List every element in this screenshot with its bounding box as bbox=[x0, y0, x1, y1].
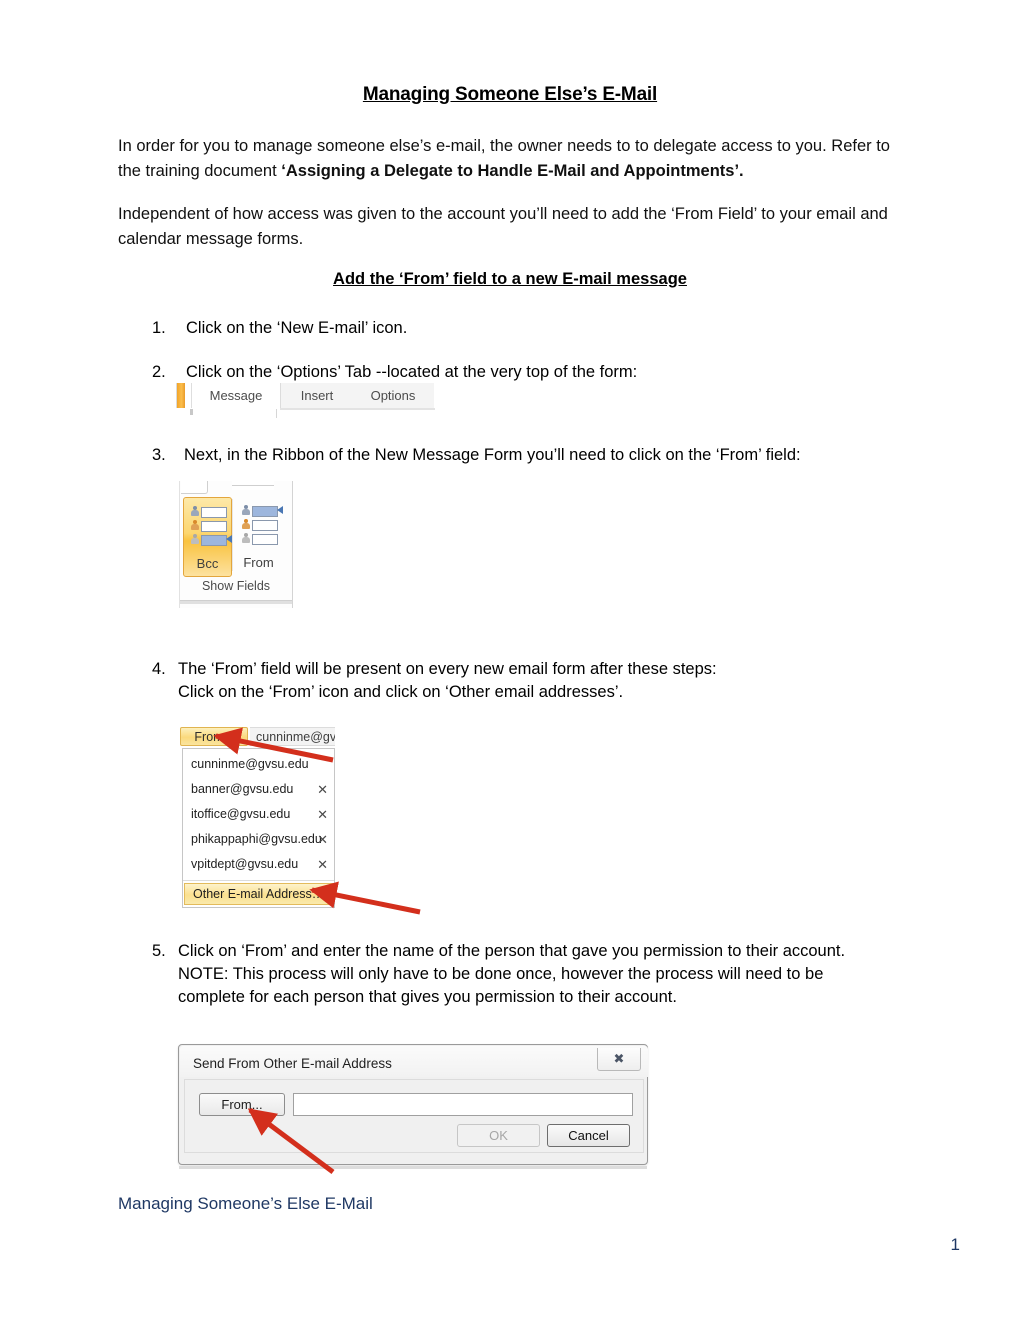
step-5-line-1: Click on ‘From’ and enter the name of th… bbox=[178, 942, 846, 960]
step-3-text: Next, in the Ribbon of the New Message F… bbox=[184, 446, 801, 464]
ribbon-separator bbox=[232, 499, 233, 571]
dialog-body: From... OK Cancel bbox=[184, 1079, 644, 1153]
step-3-number: 3. bbox=[152, 446, 166, 464]
step-5-number: 5. bbox=[152, 942, 166, 960]
remove-icon[interactable]: ✕ bbox=[317, 802, 328, 827]
from-dropdown-menu: cunninme@gvsu.edu banner@gvsu.edu ✕ itof… bbox=[182, 748, 335, 908]
from-ribbon-button-label: From bbox=[243, 555, 274, 570]
tab-insert[interactable]: Insert bbox=[280, 383, 353, 408]
tab-options[interactable]: Options bbox=[352, 383, 434, 408]
bcc-icon bbox=[191, 506, 232, 546]
document-page: Managing Someone Else’s E-Mail In order … bbox=[0, 0, 1020, 1320]
person-icon bbox=[191, 506, 199, 517]
chevron-down-icon bbox=[227, 735, 234, 740]
dropdown-item-3-label: phikappaphi@gvsu.edu bbox=[191, 832, 322, 846]
ribbon-top-stub-left bbox=[181, 481, 208, 494]
from-icon-row-2 bbox=[242, 519, 278, 531]
dropdown-item-3[interactable]: phikappaphi@gvsu.edu ✕ bbox=[183, 827, 334, 852]
dialog-title: Send From Other E-mail Address bbox=[193, 1056, 392, 1071]
step-5-line-2: NOTE: This process will only have to be … bbox=[178, 965, 824, 983]
page-title-text: Managing Someone Else’s E-Mail bbox=[362, 84, 658, 105]
person-icon bbox=[242, 533, 250, 544]
dropdown-item-4-label: vpitdept@gvsu.edu bbox=[191, 857, 299, 871]
step-5: 5. Click on ‘From’ and enter the name of… bbox=[152, 940, 932, 1009]
section-heading-text: Add the ‘From’ field to a new E-mail mes… bbox=[333, 270, 687, 288]
from-dropdown-button-label: From bbox=[194, 730, 224, 744]
remove-icon[interactable]: ✕ bbox=[317, 777, 328, 802]
from-icon bbox=[242, 505, 283, 545]
step-3: 3. Next, in the Ribbon of the New Messag… bbox=[152, 444, 912, 467]
dropdown-item-0-label: cunninme@gvsu.edu bbox=[191, 757, 309, 771]
field-box-icon bbox=[201, 521, 227, 532]
step-4-line-1: The ‘From’ field will be present on ever… bbox=[178, 660, 717, 678]
dialog-ok-button[interactable]: OK bbox=[457, 1124, 540, 1147]
tab-message[interactable]: Message bbox=[194, 383, 278, 408]
step-2-number: 2. bbox=[152, 363, 166, 381]
step-4: 4. The ‘From’ field will be present on e… bbox=[152, 658, 912, 704]
tab-underline bbox=[280, 408, 435, 410]
field-box-icon bbox=[252, 520, 278, 531]
step-1-text: Click on the ‘New E-mail’ icon. bbox=[186, 319, 408, 337]
tab-stub-left bbox=[190, 409, 193, 415]
footer-text: Managing Someone’s Else E-Mail bbox=[118, 1194, 373, 1213]
page-title: Managing Someone Else’s E-Mail bbox=[0, 84, 1020, 106]
from-dropdown-button[interactable]: From bbox=[180, 727, 248, 746]
bcc-button[interactable]: Bcc bbox=[183, 497, 232, 577]
field-box-icon-active bbox=[252, 506, 278, 517]
dropdown-item-1-label: banner@gvsu.edu bbox=[191, 782, 294, 796]
screenshot-ribbon-tabs: Message Insert Options bbox=[176, 383, 440, 418]
section-heading: Add the ‘From’ field to a new E-mail mes… bbox=[0, 270, 1020, 289]
dropdown-item-4[interactable]: vpitdept@gvsu.edu ✕ bbox=[183, 852, 334, 877]
from-address-field[interactable]: cunninme@gv bbox=[250, 727, 335, 746]
step-4-number: 4. bbox=[152, 660, 166, 678]
field-box-icon bbox=[201, 507, 227, 518]
bcc-icon-row-2 bbox=[191, 520, 227, 532]
person-icon bbox=[242, 519, 250, 530]
dialog-cancel-button[interactable]: Cancel bbox=[547, 1124, 630, 1147]
dropdown-item-1[interactable]: banner@gvsu.edu ✕ bbox=[183, 777, 334, 802]
ribbon-top-stub-right bbox=[232, 481, 274, 490]
from-icon-row-3 bbox=[242, 533, 278, 545]
intro-paragraph-1-bold: ‘Assigning a Delegate to Handle E-Mail a… bbox=[281, 162, 744, 180]
dropdown-item-0[interactable]: cunninme@gvsu.edu bbox=[183, 752, 334, 777]
intro-paragraph-2: Independent of how access was given to t… bbox=[118, 205, 888, 248]
remove-icon[interactable]: ✕ bbox=[317, 852, 328, 877]
dropdown-item-2[interactable]: itoffice@gvsu.edu ✕ bbox=[183, 802, 334, 827]
tab-gap bbox=[185, 383, 192, 408]
show-fields-group-label: Show Fields bbox=[201, 579, 271, 593]
page-number: 1 bbox=[950, 1235, 960, 1254]
dialog-drop-shadow bbox=[179, 1166, 647, 1169]
dropdown-item-other-email-address[interactable]: Other E-mail Address… bbox=[184, 883, 333, 905]
bcc-icon-row-1 bbox=[191, 506, 227, 518]
bcc-icon-row-3 bbox=[191, 534, 232, 546]
field-box-icon bbox=[252, 534, 278, 545]
dropdown-item-2-label: itoffice@gvsu.edu bbox=[191, 807, 291, 821]
step-1-number: 1. bbox=[152, 319, 166, 337]
from-icon-row-1 bbox=[242, 505, 283, 517]
field-box-icon-active bbox=[201, 535, 227, 546]
bcc-button-label: Bcc bbox=[196, 556, 219, 571]
person-icon bbox=[191, 534, 199, 545]
tab-stub-divider bbox=[276, 409, 277, 418]
screenshot-show-fields-group: Bcc From Show Fields bbox=[179, 481, 293, 608]
ribbon-bottom-edge bbox=[180, 600, 292, 604]
remove-icon[interactable]: ✕ bbox=[317, 827, 328, 852]
step-5-line-3: complete for each person that gives you … bbox=[178, 988, 677, 1006]
dropdown-separator bbox=[183, 880, 334, 881]
intro-paragraph-1: In order for you to manage someone else’… bbox=[118, 134, 908, 184]
dialog-address-input[interactable] bbox=[293, 1093, 633, 1116]
caret-left-icon bbox=[277, 506, 283, 514]
step-2-text: Click on the ‘Options’ Tab --located at … bbox=[186, 363, 638, 381]
dialog-from-button[interactable]: From... bbox=[199, 1093, 285, 1116]
close-icon[interactable]: ✖ bbox=[597, 1048, 641, 1071]
screenshot-from-dropdown: From cunninme@gv cunninme@gvsu.edu banne… bbox=[180, 727, 335, 909]
step-2: 2. Click on the ‘Options’ Tab --located … bbox=[152, 361, 852, 384]
step-4-line-2: Click on the ‘From’ icon and click on ‘O… bbox=[178, 683, 624, 701]
screenshot-send-from-dialog: Send From Other E-mail Address ✖ From...… bbox=[178, 1044, 648, 1165]
step-1: 1. Click on the ‘New E-mail’ icon. bbox=[152, 317, 852, 340]
from-ribbon-button[interactable]: From bbox=[235, 497, 283, 575]
person-icon bbox=[191, 520, 199, 531]
person-icon bbox=[242, 505, 250, 516]
